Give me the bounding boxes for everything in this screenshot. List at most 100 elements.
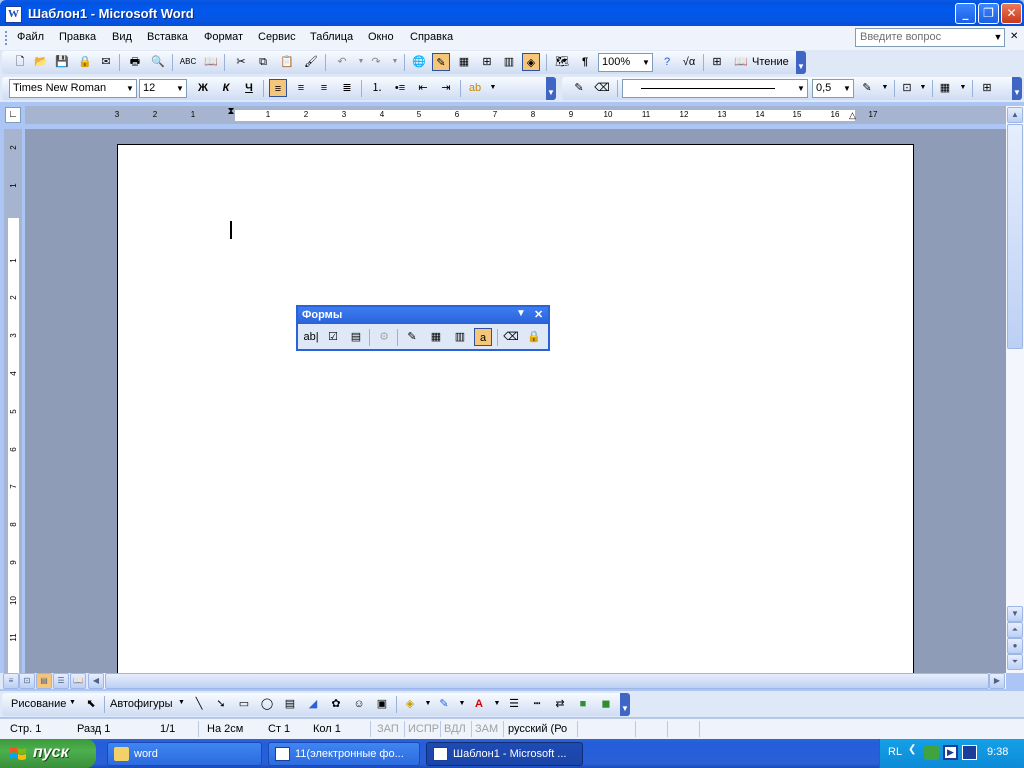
highlight-icon[interactable]: ab xyxy=(466,79,484,97)
font-dropdown-icon[interactable]: ▼ xyxy=(124,80,136,97)
menu-edit[interactable]: Правка xyxy=(59,31,96,43)
clipart-icon[interactable]: ☺ xyxy=(350,695,368,713)
status-record[interactable]: ЗАП xyxy=(377,723,399,735)
undo-icon[interactable]: ↶ xyxy=(333,53,351,71)
close-icon[interactable]: ✕ xyxy=(534,308,543,321)
justify-icon[interactable]: ≣ xyxy=(338,79,356,97)
browse-object-icon[interactable]: ● xyxy=(1007,638,1023,654)
3d-icon[interactable]: ◼ xyxy=(597,695,615,713)
menu-view[interactable]: Вид xyxy=(112,31,132,43)
insert-table-icon[interactable]: ▦ xyxy=(936,79,954,97)
drawing-dropdown-icon[interactable]: ▼ xyxy=(69,699,76,706)
status-track-changes[interactable]: ИСПР xyxy=(408,723,439,735)
toolbar-options-icon[interactable]: ▼ xyxy=(546,77,556,100)
help-search-input[interactable]: Введите вопрос xyxy=(855,28,1005,47)
minimize-button[interactable]: _ xyxy=(955,3,976,24)
help-dropdown-icon[interactable]: ▼ xyxy=(991,29,1005,46)
cut-icon[interactable]: ✂ xyxy=(232,53,250,71)
scroll-left-icon[interactable]: ◀ xyxy=(88,673,104,689)
redo-dropdown-icon[interactable]: ▼ xyxy=(386,53,404,71)
word-app-icon[interactable]: W xyxy=(5,6,22,23)
autoshapes-dropdown-icon[interactable]: ▼ xyxy=(178,699,185,706)
zoom-dropdown-icon[interactable]: ▼ xyxy=(640,54,652,71)
reset-fields-icon[interactable]: ⌫ xyxy=(502,328,520,346)
open-icon[interactable]: 📂 xyxy=(32,53,50,71)
status-overtype[interactable]: ЗАМ xyxy=(475,723,498,735)
font-color-dropdown-icon[interactable]: ▼ xyxy=(488,695,506,713)
line-icon[interactable]: ╲ xyxy=(190,695,208,713)
insert-table-dropdown-icon[interactable]: ▼ xyxy=(954,79,972,97)
scroll-thumb[interactable] xyxy=(1007,124,1023,349)
toolbar-options-icon[interactable]: ▼ xyxy=(1012,77,1022,100)
taskbar-item-word-folder[interactable]: word xyxy=(107,742,262,766)
horizontal-scrollbar[interactable]: ◀ ▶ xyxy=(88,673,1006,689)
fill-color-icon[interactable]: ◈ xyxy=(401,695,419,713)
spelling-icon[interactable]: ABC xyxy=(179,53,197,71)
diagram-icon[interactable]: ✿ xyxy=(327,695,345,713)
insert-picture-icon[interactable]: ▣ xyxy=(373,695,391,713)
toolbar-options-icon[interactable]: ▼ xyxy=(620,693,630,716)
toolbar-options-icon[interactable]: ▼ xyxy=(796,51,806,74)
insert-table-icon[interactable]: ▦ xyxy=(455,53,473,71)
line-weight-select[interactable]: 0,5 ▼ xyxy=(812,79,854,98)
shadow-icon[interactable]: ■ xyxy=(574,695,592,713)
web-view-icon[interactable]: ⊡ xyxy=(19,673,35,689)
tables-borders-icon[interactable]: ✎ xyxy=(432,53,450,71)
wordart-icon[interactable]: ◢ xyxy=(304,695,322,713)
columns-icon[interactable]: ▥ xyxy=(500,53,518,71)
new-document-icon[interactable]: 🗋 xyxy=(11,53,29,71)
permission-icon[interactable]: 🔒 xyxy=(76,53,94,71)
dropdown-field-icon[interactable]: ▤ xyxy=(347,328,365,346)
field-shading-icon[interactable]: a xyxy=(474,328,492,346)
insert-excel-icon[interactable]: ⊞ xyxy=(478,53,496,71)
drawing-icon[interactable]: ◈ xyxy=(522,53,540,71)
read-icon[interactable]: 📖 xyxy=(732,53,750,71)
format-painter-icon[interactable]: 🖌 xyxy=(302,53,320,71)
forms-toolbar-title-bar[interactable]: Формы ▼ ✕ xyxy=(298,307,548,324)
scroll-up-icon[interactable]: ▲ xyxy=(1007,107,1023,123)
decrease-indent-icon[interactable]: ⇤ xyxy=(414,79,432,97)
toolbar-options-icon[interactable]: ▼ xyxy=(516,308,526,319)
copy-icon[interactable]: ⧉ xyxy=(254,53,272,71)
show-hide-icon[interactable]: ¶ xyxy=(576,53,594,71)
read-label[interactable]: Чтение xyxy=(752,56,789,68)
indent-marker-icon[interactable]: ⧗ xyxy=(226,106,236,124)
hyperlink-icon[interactable]: 🌐 xyxy=(410,53,428,71)
align-right-icon[interactable]: ≡ xyxy=(315,79,333,97)
insert-frame-icon[interactable]: ▥ xyxy=(451,328,469,346)
print-layout-icon[interactable]: ▤ xyxy=(36,673,52,689)
menu-file[interactable]: Файл xyxy=(17,31,44,43)
align-left-icon[interactable]: ≡ xyxy=(269,79,287,97)
size-dropdown-icon[interactable]: ▼ xyxy=(174,80,186,97)
scroll-right-icon[interactable]: ▶ xyxy=(989,673,1005,689)
menu-grip[interactable] xyxy=(5,31,8,45)
borders-dropdown-icon[interactable]: ▼ xyxy=(914,79,932,97)
font-color-icon[interactable]: A xyxy=(470,695,488,713)
rectangle-icon[interactable]: ▭ xyxy=(235,695,253,713)
line-weight-dropdown-icon[interactable]: ▼ xyxy=(841,80,853,97)
dash-style-icon[interactable]: ┅ xyxy=(528,695,546,713)
increase-indent-icon[interactable]: ⇥ xyxy=(437,79,455,97)
paste-icon[interactable]: 📋 xyxy=(278,53,296,71)
taskbar-item-document[interactable]: 11(электронные фо... xyxy=(268,742,420,766)
eraser-icon[interactable]: ⌫ xyxy=(593,79,611,97)
vertical-scrollbar[interactable]: ▲ ▼ ⏶ ● ⏷ xyxy=(1006,106,1024,673)
bullets-icon[interactable]: •≡ xyxy=(391,79,409,97)
restore-button[interactable]: ❐ xyxy=(978,3,999,24)
menu-window[interactable]: Окно xyxy=(368,31,394,43)
hscroll-thumb[interactable] xyxy=(105,673,989,689)
highlight-dropdown-icon[interactable]: ▼ xyxy=(484,79,502,97)
border-color-dropdown-icon[interactable]: ▼ xyxy=(876,79,894,97)
arrow-style-icon[interactable]: ⇄ xyxy=(551,695,569,713)
numbering-icon[interactable]: ⒈ xyxy=(368,79,386,97)
line-color-dropdown-icon[interactable]: ▼ xyxy=(453,695,471,713)
email-icon[interactable]: ✉ xyxy=(97,53,115,71)
close-button[interactable]: ✕ xyxy=(1001,3,1022,24)
merge-cells-icon[interactable]: ⊞ xyxy=(978,79,996,97)
menu-insert[interactable]: Вставка xyxy=(147,31,188,43)
autoshapes-button[interactable]: Автофигуры xyxy=(110,698,173,710)
checkbox-field-icon[interactable]: ☑ xyxy=(324,328,342,346)
outline-view-icon[interactable]: ☰ xyxy=(53,673,69,689)
select-objects-icon[interactable]: ⬉ xyxy=(82,695,100,713)
field-options-icon[interactable]: ⚙ xyxy=(375,328,393,346)
